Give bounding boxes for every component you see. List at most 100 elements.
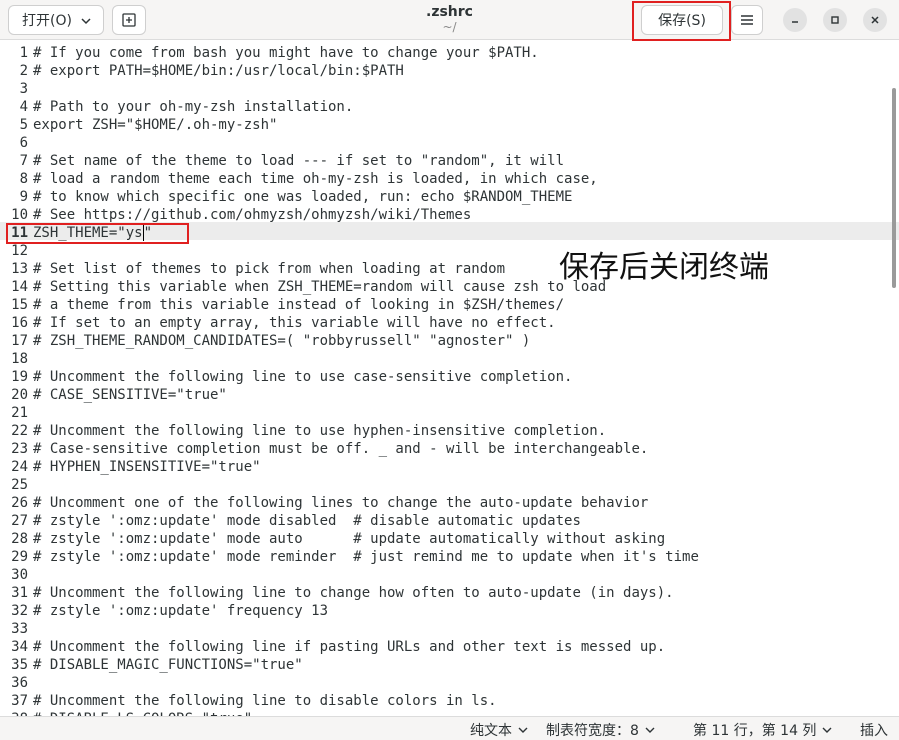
editor-line[interactable]: 37 # Uncomment the following line to disa… [0, 692, 899, 710]
line-text: # Setting this variable when ZSH_THEME=r… [33, 279, 607, 295]
tab-width-label: 制表符宽度：8 [546, 723, 639, 739]
editor-line[interactable]: 19 # Uncomment the following line to use … [0, 368, 899, 386]
line-text: # See https://github.com/ohmyzsh/ohmyzsh… [33, 207, 472, 223]
editor-line[interactable]: 33 [0, 620, 899, 638]
editor-line[interactable]: 2 # export PATH=$HOME/bin:/usr/local/bin:… [0, 62, 899, 80]
editor-line[interactable]: 36 [0, 674, 899, 692]
line-text: # Set name of the theme to load --- if s… [33, 153, 565, 169]
editor-line[interactable]: 10 # See https://github.com/ohmyzsh/ohmyz… [0, 206, 899, 224]
line-number: 14 [11, 279, 28, 295]
maximize-button[interactable] [823, 8, 847, 32]
vertical-scrollbar[interactable] [892, 88, 896, 288]
line-text: # Uncomment the following line to use hy… [33, 423, 607, 439]
minimize-button[interactable] [783, 8, 807, 32]
editor-line[interactable]: 25 [0, 476, 899, 494]
editor-line[interactable]: 27 # zstyle ':omz:update' mode disabled #… [0, 512, 899, 530]
editor-line[interactable]: 17 # ZSH_THEME_RANDOM_CANDIDATES=( "robby… [0, 332, 899, 350]
line-text: # Path to your oh-my-zsh installation. [33, 99, 354, 115]
editor-line[interactable]: 7 # Set name of the theme to load --- if … [0, 152, 899, 170]
editor-line[interactable]: 24 # HYPHEN_INSENSITIVE="true" [0, 458, 899, 476]
header-bar: 打开(O) .zshrc ~/ 保存(S) [0, 0, 899, 41]
current-line-highlight-box [6, 223, 189, 244]
line-number: 7 [19, 153, 28, 169]
line-number: 20 [11, 387, 28, 403]
line-text: # Uncomment the following line to change… [33, 585, 674, 601]
status-bar: 纯文本 制表符宽度：8 第 11 行，第 14 列 插入 [0, 716, 899, 740]
save-button[interactable]: 保存(S) [641, 5, 723, 35]
line-number: 26 [11, 495, 28, 511]
maximize-icon [831, 16, 839, 24]
editor-line[interactable]: 1 # If you come from bash you might have … [0, 44, 899, 62]
editor-line[interactable]: 9 # to know which specific one was loaded… [0, 188, 899, 206]
line-number: 24 [11, 459, 28, 475]
line-number: 36 [11, 675, 28, 691]
line-number: 22 [11, 423, 28, 439]
editor-line[interactable]: 34 # Uncomment the following line if past… [0, 638, 899, 656]
line-text: # load a random theme each time oh-my-zs… [33, 171, 598, 187]
editor-line[interactable]: 6 [0, 134, 899, 152]
line-number: 28 [11, 531, 28, 547]
line-text: # Uncomment the following line to use ca… [33, 369, 573, 385]
editor-line[interactable]: 32 # zstyle ':omz:update' frequency 13 [0, 602, 899, 620]
line-number: 37 [11, 693, 28, 709]
tab-width-selector[interactable]: 制表符宽度：8 [546, 720, 655, 740]
line-number: 15 [11, 297, 28, 313]
editor-line[interactable]: 18 [0, 350, 899, 368]
editor-line[interactable]: 23 # Case-sensitive completion must be of… [0, 440, 899, 458]
line-number: 2 [19, 63, 28, 79]
line-text: # HYPHEN_INSENSITIVE="true" [33, 459, 261, 475]
line-number: 27 [11, 513, 28, 529]
line-text: # CASE_SENSITIVE="true" [33, 387, 227, 403]
line-number: 23 [11, 441, 28, 457]
line-number: 5 [19, 117, 28, 133]
line-text: # If set to an empty array, this variabl… [33, 315, 556, 331]
editor-line[interactable]: 16 # If set to an empty array, this varia… [0, 314, 899, 332]
text-editor[interactable]: 1 # If you come from bash you might have … [0, 40, 899, 716]
line-number: 31 [11, 585, 28, 601]
editor-line[interactable]: 3 [0, 80, 899, 98]
editor-line[interactable]: 29 # zstyle ':omz:update' mode reminder #… [0, 548, 899, 566]
line-text: # Uncomment the following line to disabl… [33, 693, 497, 709]
line-text: # Uncomment the following line if pastin… [33, 639, 666, 655]
cursor-position-selector[interactable]: 第 11 行，第 14 列 [693, 720, 832, 740]
editor-line[interactable]: 5 export ZSH="$HOME/.oh-my-zsh" [0, 116, 899, 134]
syntax-selector[interactable]: 纯文本 [470, 720, 528, 740]
editor-line[interactable]: 4 # Path to your oh-my-zsh installation. [0, 98, 899, 116]
line-text: # zstyle ':omz:update' mode disabled # d… [33, 513, 581, 529]
close-button[interactable] [863, 8, 887, 32]
editor-line[interactable]: 28 # zstyle ':omz:update' mode auto # upd… [0, 530, 899, 548]
line-number: 13 [11, 261, 28, 277]
menu-button[interactable] [731, 5, 763, 35]
line-number: 16 [11, 315, 28, 331]
line-number: 21 [11, 405, 28, 421]
line-text: # to know which specific one was loaded,… [33, 189, 573, 205]
editor-line[interactable]: 30 [0, 566, 899, 584]
line-number: 4 [19, 99, 28, 115]
hamburger-menu-icon [741, 15, 753, 25]
editor-line[interactable]: 8 # load a random theme each time oh-my-z… [0, 170, 899, 188]
line-number: 8 [19, 171, 28, 187]
cursor-position-label: 第 11 行，第 14 列 [693, 723, 817, 739]
chevron-down-icon [822, 727, 832, 733]
syntax-label: 纯文本 [470, 723, 512, 739]
line-number: 33 [11, 621, 28, 637]
insert-mode-indicator[interactable]: 插入 [860, 720, 888, 740]
line-number: 34 [11, 639, 28, 655]
editor-line[interactable]: 15 # a theme from this variable instead o… [0, 296, 899, 314]
minimize-icon [792, 21, 798, 23]
chevron-down-icon [645, 727, 655, 733]
editor-line[interactable]: 21 [0, 404, 899, 422]
line-number: 3 [19, 81, 28, 97]
editor-line[interactable]: 26 # Uncomment one of the following lines… [0, 494, 899, 512]
insert-mode-label: 插入 [860, 723, 888, 739]
editor-line[interactable]: 35 # DISABLE_MAGIC_FUNCTIONS="true" [0, 656, 899, 674]
save-button-label: 保存(S) [658, 13, 706, 29]
line-number: 1 [19, 45, 28, 61]
editor-line[interactable]: 31 # Uncomment the following line to chan… [0, 584, 899, 602]
line-text: # zstyle ':omz:update' mode reminder # j… [33, 549, 699, 565]
editor-line[interactable]: 20 # CASE_SENSITIVE="true" [0, 386, 899, 404]
editor-line[interactable]: 22 # Uncomment the following line to use … [0, 422, 899, 440]
line-text: # Uncomment one of the following lines t… [33, 495, 649, 511]
line-number: 29 [11, 549, 28, 565]
line-text: export ZSH="$HOME/.oh-my-zsh" [33, 117, 278, 133]
